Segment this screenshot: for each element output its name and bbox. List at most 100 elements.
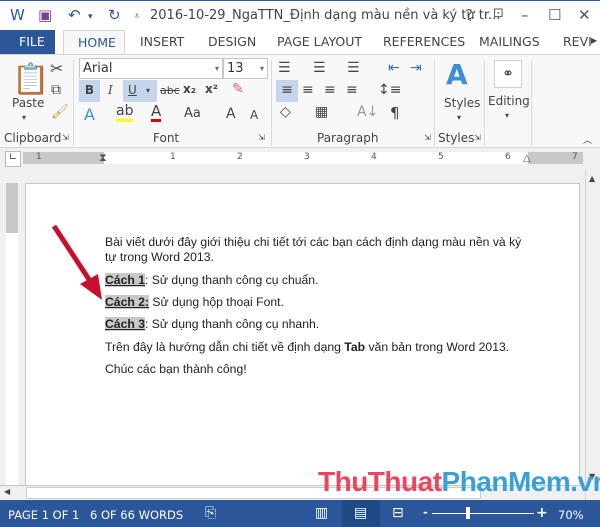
copy-icon[interactable]: ⧉: [51, 82, 61, 98]
divider: [73, 60, 74, 146]
zoom-level[interactable]: 70%: [558, 508, 584, 522]
ribbon-display-options-icon[interactable]: ⊡: [493, 6, 504, 21]
chevron-down-icon[interactable]: ▾: [260, 64, 264, 73]
undo-dropdown-icon[interactable]: ▾: [88, 12, 93, 22]
underline-button[interactable]: U: [123, 80, 157, 102]
align-center-icon[interactable]: ≡: [302, 82, 314, 98]
shading-icon[interactable]: ◇: [280, 104, 291, 120]
zoom-slider-thumb[interactable]: [466, 507, 470, 519]
font-launcher-icon[interactable]: ⇲: [258, 133, 265, 142]
sort-icon[interactable]: A↓: [357, 104, 378, 120]
scroll-up-icon[interactable]: ▲: [589, 174, 595, 183]
tab-review[interactable]: REVI: [563, 34, 591, 49]
strikethrough-button[interactable]: abc: [160, 84, 180, 97]
tab-selector-icon[interactable]: ∟: [5, 151, 21, 167]
shrink-font-button[interactable]: A: [250, 108, 258, 122]
page-count[interactable]: PAGE 1 OF 1: [8, 508, 79, 522]
tab-page-layout[interactable]: PAGE LAYOUT: [277, 34, 362, 49]
read-mode-icon[interactable]: ▥: [315, 505, 328, 521]
paragraph[interactable]: Bài viết dưới đây giới thiệu chi tiết tớ…: [105, 235, 521, 249]
print-layout-button[interactable]: ▤: [342, 500, 380, 527]
grow-font-button[interactable]: A: [226, 106, 236, 122]
paragraph[interactable]: Cách 3: Sử dụng thanh công cụ nhanh.: [105, 317, 319, 331]
editing-button[interactable]: Editing: [488, 94, 530, 108]
document-page[interactable]: [25, 183, 580, 485]
selected-text[interactable]: Cách 1: [105, 273, 145, 287]
show-formatting-icon[interactable]: ¶: [390, 104, 400, 122]
decrease-indent-icon[interactable]: ⇤: [388, 60, 400, 76]
web-layout-icon[interactable]: ⊟: [392, 505, 404, 521]
vertical-ruler: [6, 183, 18, 485]
styles-icon[interactable]: A: [446, 58, 468, 91]
scroll-left-icon[interactable]: ◀: [4, 487, 10, 496]
redo-icon[interactable]: ↻: [108, 6, 121, 24]
proofing-icon[interactable]: ⎘: [205, 505, 216, 521]
help-button[interactable]: ?: [465, 6, 473, 24]
tab-home[interactable]: HOME: [63, 30, 125, 56]
clear-formatting-icon[interactable]: ✎: [232, 81, 244, 97]
tab-insert[interactable]: INSERT: [140, 34, 184, 49]
styles-dropdown-icon[interactable]: ▾: [457, 113, 461, 122]
word-count[interactable]: 6 OF 66 WORDS: [90, 508, 183, 522]
collapse-ribbon-icon[interactable]: ︿: [583, 133, 592, 146]
maximize-icon[interactable]: ☐: [548, 6, 561, 24]
justify-icon[interactable]: ≡: [346, 82, 358, 98]
align-right-icon[interactable]: ≡: [324, 82, 336, 98]
multilevel-list-icon[interactable]: ☰: [347, 60, 360, 76]
vertical-scrollbar[interactable]: ▲ ▼: [585, 170, 600, 500]
selected-text[interactable]: Cách 3: [105, 317, 145, 331]
chevron-down-icon[interactable]: ▾: [215, 64, 219, 73]
zoom-in-button[interactable]: +: [536, 505, 548, 521]
superscript-button[interactable]: x²: [205, 82, 218, 96]
scroll-tabs-right-icon[interactable]: ▶: [591, 36, 597, 45]
underline-dropdown-icon[interactable]: ▾: [146, 86, 150, 95]
close-icon[interactable]: ✕: [578, 6, 591, 24]
paragraph-launcher-icon[interactable]: ⇲: [424, 133, 431, 142]
align-left-icon[interactable]: ≡: [276, 80, 298, 102]
paste-button[interactable]: Paste: [12, 96, 44, 110]
subscript-button[interactable]: x₂: [183, 82, 196, 96]
styles-launcher-icon[interactable]: ⇲: [474, 133, 481, 142]
selected-text[interactable]: Cách 2:: [105, 295, 150, 309]
bullets-icon[interactable]: ☰: [278, 60, 291, 76]
format-painter-icon[interactable]: 🖌: [51, 104, 69, 120]
paragraph[interactable]: Cách 1: Sử dụng thanh công cụ chuẩn.: [105, 273, 318, 287]
tab-file[interactable]: FILE: [0, 30, 55, 54]
paragraph[interactable]: tự trong Word 2013.: [105, 250, 214, 264]
font-name-input[interactable]: Arial ▾: [79, 58, 223, 79]
save-icon[interactable]: ▣: [38, 6, 52, 24]
tab-design[interactable]: DESIGN: [208, 34, 256, 49]
paste-dropdown-icon[interactable]: ▾: [22, 113, 26, 122]
increase-indent-icon[interactable]: ⇥: [410, 60, 422, 76]
horizontal-ruler[interactable]: 1 1 2 3 4 5 6 7 ⧗ △: [23, 151, 583, 165]
paragraph[interactable]: Trên đây là hướng dẫn chi tiết về định d…: [105, 340, 509, 354]
tab-references[interactable]: REFERENCES: [383, 34, 465, 49]
italic-button[interactable]: I: [108, 83, 113, 97]
tab-mailings[interactable]: MAILINGS: [479, 34, 540, 49]
editing-dropdown-icon[interactable]: ▾: [505, 111, 509, 120]
styles-button[interactable]: Styles: [444, 96, 480, 110]
zoom-out-button[interactable]: -: [423, 505, 428, 519]
bold-button[interactable]: B: [79, 80, 100, 102]
paste-icon[interactable]: 📋: [12, 62, 49, 97]
font-color-icon[interactable]: A: [151, 104, 162, 122]
line-spacing-icon[interactable]: ↕≡: [378, 82, 401, 98]
paragraph[interactable]: Chúc các bạn thành công!: [105, 362, 247, 376]
paragraph[interactable]: Cách 2: Sử dụng hộp thoại Font.: [105, 295, 284, 309]
find-binoculars-icon[interactable]: ⚭: [494, 60, 522, 88]
text-effects-icon[interactable]: A: [84, 105, 95, 124]
highlight-color-icon[interactable]: ab: [116, 104, 134, 122]
minimize-icon[interactable]: –: [521, 6, 529, 24]
borders-icon[interactable]: ▦: [315, 104, 328, 120]
clipboard-launcher-icon[interactable]: ⇲: [62, 133, 69, 142]
right-indent-marker[interactable]: △: [523, 153, 531, 164]
zoom-slider[interactable]: [432, 513, 534, 514]
undo-icon[interactable]: ↶: [68, 6, 81, 24]
indent-marker[interactable]: ⧗: [99, 151, 107, 165]
cut-icon[interactable]: ✂: [50, 59, 63, 78]
customize-toolbar-icon[interactable]: ⩡: [134, 11, 140, 22]
numbering-icon[interactable]: ☰: [313, 60, 326, 76]
font-size-input[interactable]: 13 ▾: [223, 58, 268, 79]
font-name-value: Arial: [83, 61, 113, 76]
change-case-button[interactable]: Aa: [184, 106, 201, 121]
